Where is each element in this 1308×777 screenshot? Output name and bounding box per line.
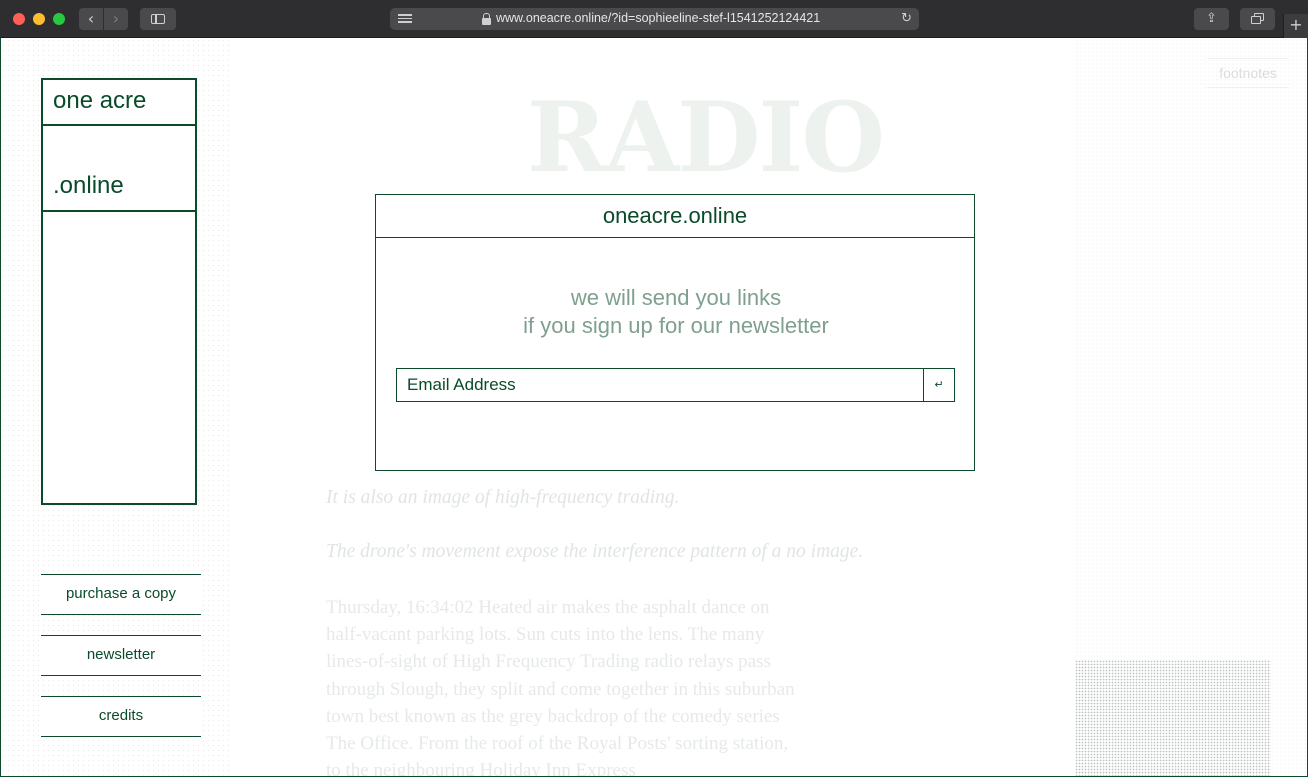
- modal-message-line-2: if you sign up for our newsletter: [523, 313, 829, 338]
- newsletter-link[interactable]: newsletter: [41, 635, 201, 676]
- logo-line-1: one acre: [43, 80, 195, 126]
- modal-message: we will send you links if you sign up fo…: [376, 284, 976, 340]
- article-paragraph: Thursday, 16:34:02 Heated air makes the …: [326, 597, 795, 777]
- modal-title: oneacre.online: [376, 195, 974, 238]
- credits-link[interactable]: credits: [41, 696, 201, 737]
- plus-icon: +: [1289, 15, 1303, 34]
- sidebar-toggle-button[interactable]: [140, 8, 176, 30]
- chevron-right-icon: ›: [112, 9, 120, 28]
- reader-view-icon[interactable]: [398, 14, 412, 24]
- submit-button[interactable]: ↵: [923, 369, 954, 401]
- chevron-left-icon: ‹: [87, 9, 95, 28]
- newsletter-modal: oneacre.online we will send you links if…: [375, 194, 975, 471]
- article-title: RADIO: [527, 81, 885, 194]
- zoom-window-button[interactable]: [53, 13, 65, 25]
- site-logo[interactable]: one acre .online: [41, 78, 197, 505]
- return-icon: ↵: [934, 378, 944, 391]
- lock-icon: [482, 13, 491, 25]
- address-bar[interactable]: www.oneacre.online/?id=sophieeline-stef-…: [390, 8, 919, 30]
- article-italic-line-1: It is also an image of high-frequency tr…: [326, 487, 680, 508]
- forward-button[interactable]: ›: [104, 8, 128, 30]
- email-input[interactable]: [397, 369, 924, 401]
- close-window-button[interactable]: [13, 13, 25, 25]
- sidebar-icon: [151, 14, 165, 24]
- purchase-link[interactable]: purchase a copy: [41, 574, 201, 615]
- browser-toolbar: ‹ › www.oneacre.online/?id=sophieeline-s…: [0, 0, 1308, 38]
- back-button[interactable]: ‹: [79, 8, 103, 30]
- new-tab-button[interactable]: +: [1283, 14, 1308, 38]
- modal-message-line-1: we will send you links: [570, 285, 782, 310]
- web-page: one acre .online purchase a copy newslet…: [0, 38, 1308, 777]
- share-button[interactable]: ⇪: [1194, 8, 1229, 30]
- email-form: ↵: [396, 368, 955, 402]
- noise-image: [1075, 660, 1271, 776]
- article-italic-line-2: The drone's movement expose the interfer…: [326, 541, 864, 562]
- logo-line-2: .online: [43, 126, 195, 212]
- minimize-window-button[interactable]: [33, 13, 45, 25]
- tab-overview-button[interactable]: [1240, 8, 1275, 30]
- reload-icon[interactable]: ↻: [901, 12, 912, 26]
- share-icon: ⇪: [1206, 11, 1217, 26]
- footnotes-button[interactable]: footnotes: [1207, 58, 1289, 88]
- url-text: www.oneacre.online/?id=sophieeline-stef-…: [496, 11, 821, 25]
